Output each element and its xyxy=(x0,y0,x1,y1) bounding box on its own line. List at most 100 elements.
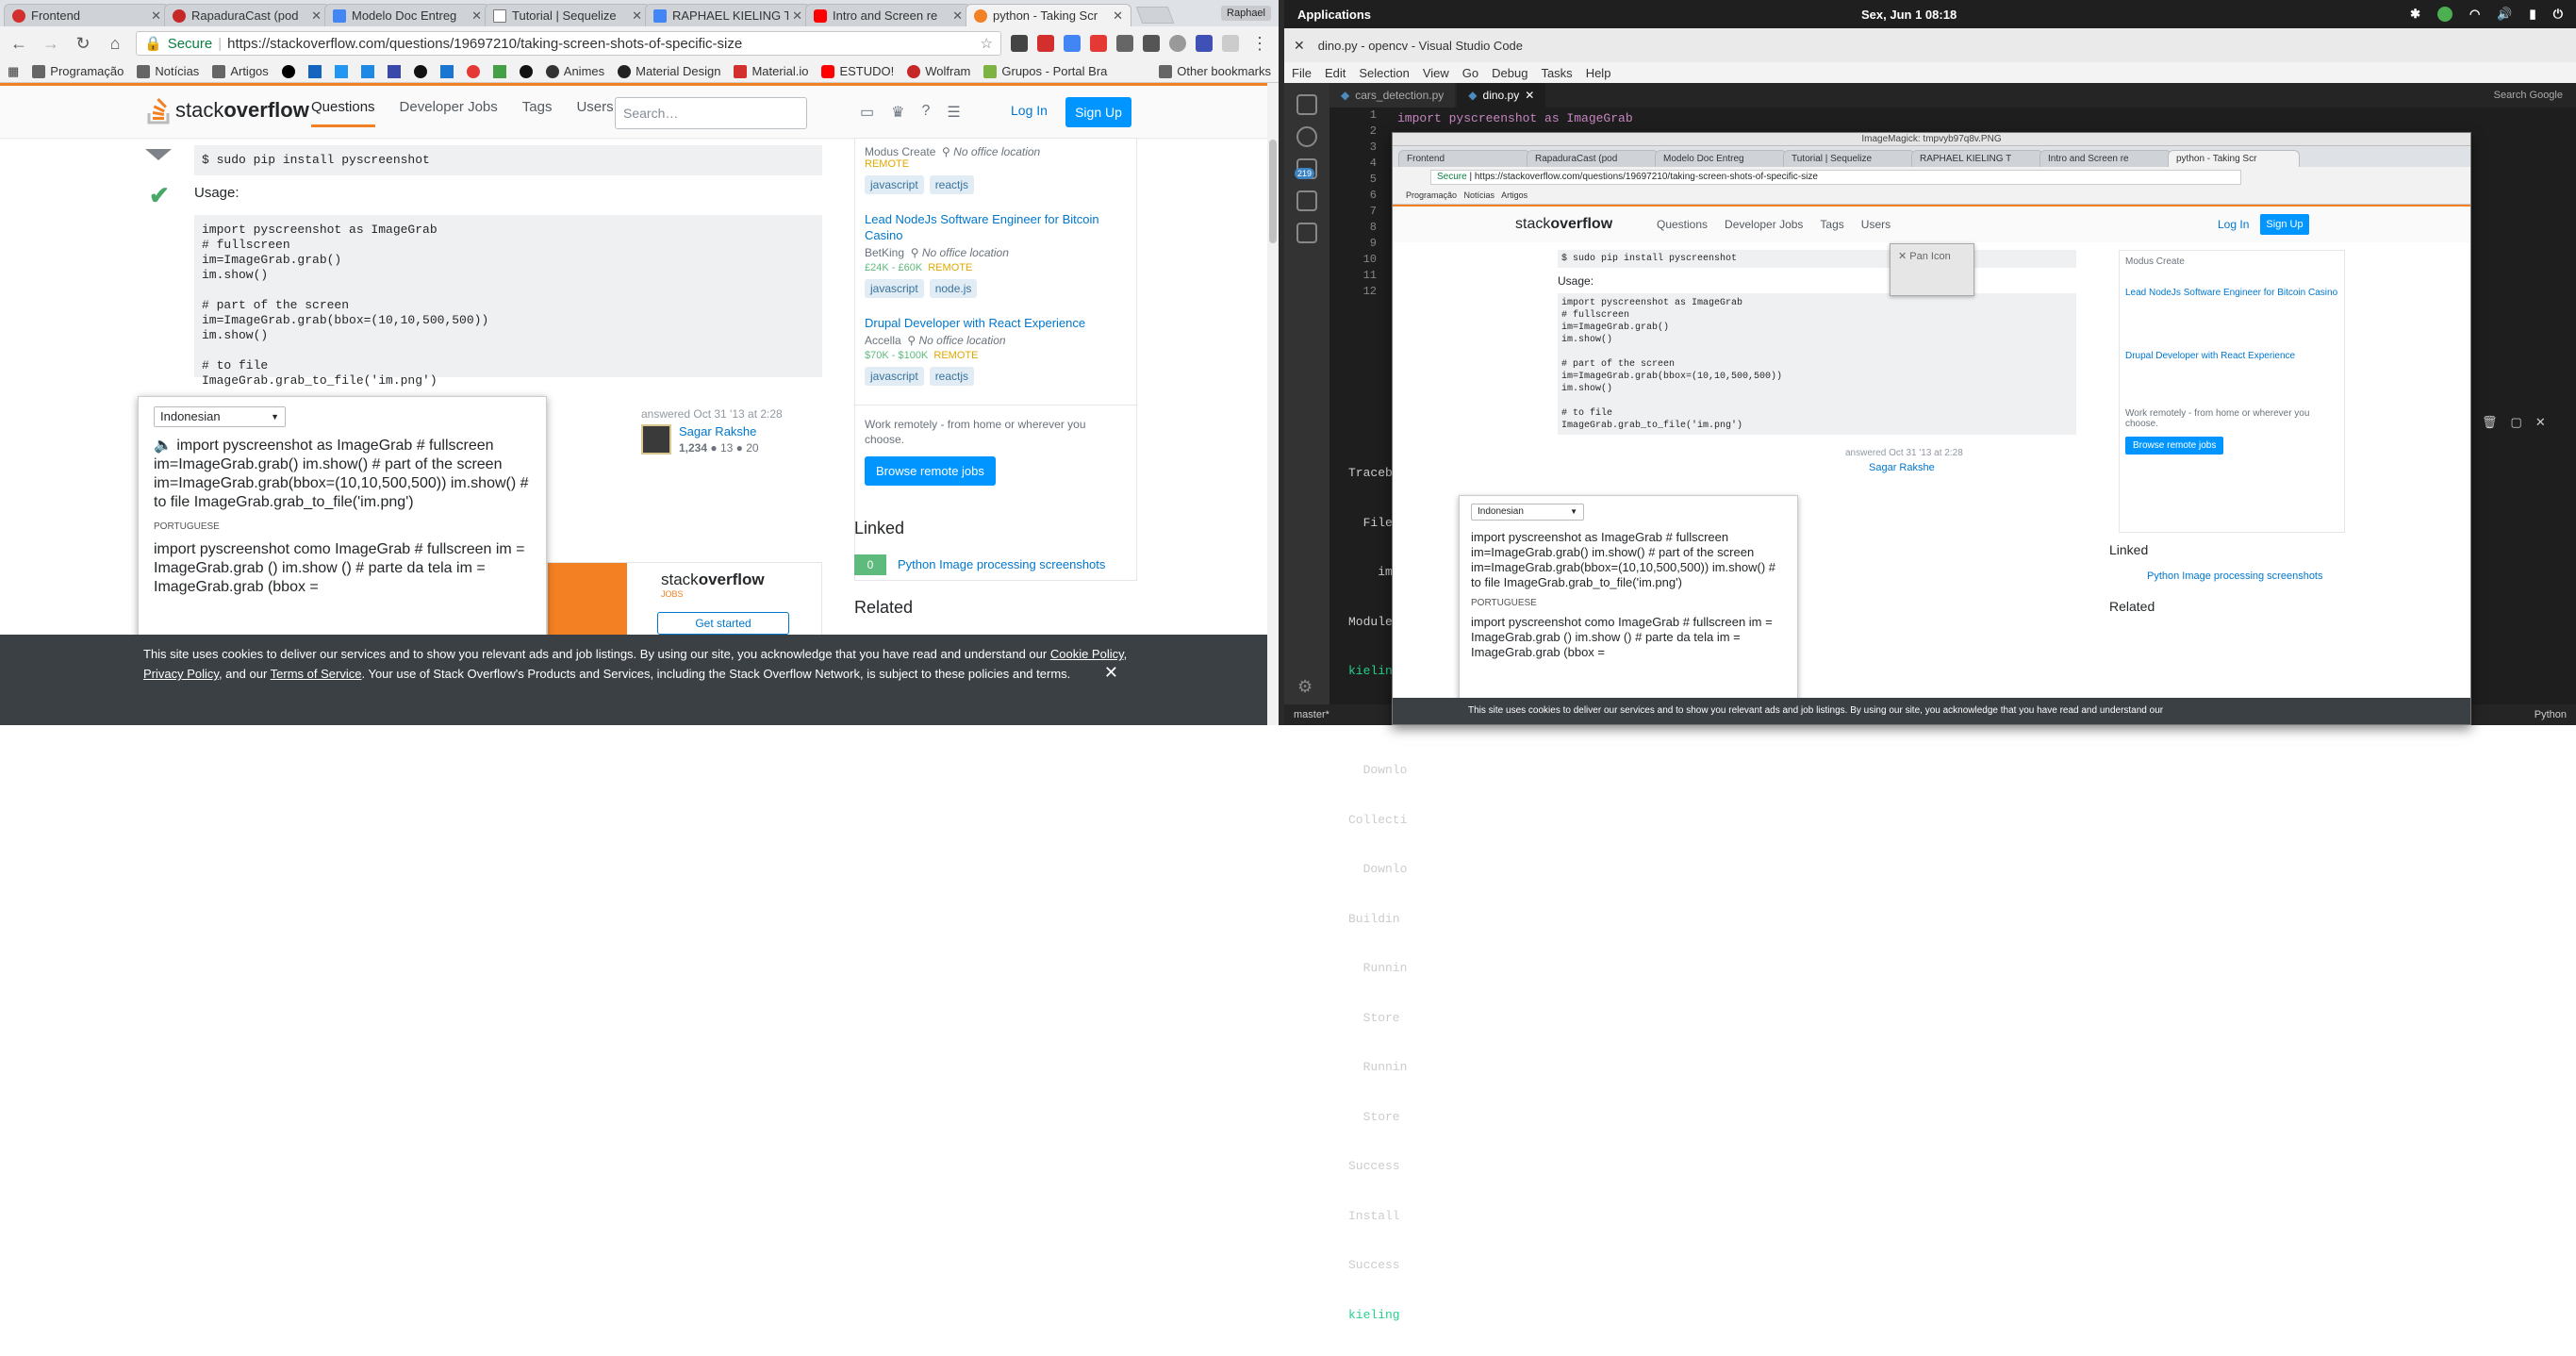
extension-icon[interactable] xyxy=(1222,35,1239,52)
tag[interactable]: javascript xyxy=(865,279,924,298)
bookmark-item[interactable]: Material.io xyxy=(734,64,808,78)
bookmark-icon[interactable] xyxy=(519,64,533,78)
nav-questions[interactable]: Questions xyxy=(311,99,375,127)
user-name-link[interactable]: Sagar Rakshe xyxy=(679,424,756,438)
close-tab-icon[interactable]: ✕ xyxy=(1525,89,1534,102)
address-bar[interactable]: 🔒 Secure | https://stackoverflow.com/que… xyxy=(136,31,1001,56)
bookmark-folder[interactable]: Artigos xyxy=(212,64,269,78)
trash-icon[interactable]: 🗑 xyxy=(2482,415,2498,430)
browser-tab[interactable]: Frontend ✕ xyxy=(4,4,170,26)
privacy-policy-link[interactable]: Privacy Policy xyxy=(143,667,219,681)
battery-icon[interactable]: ▮ xyxy=(2530,7,2536,22)
inbox-icon[interactable]: ▭ xyxy=(860,103,874,122)
home-icon[interactable]: ⌂ xyxy=(104,32,126,55)
extension-icon[interactable] xyxy=(1169,35,1186,52)
browse-remote-jobs-button[interactable]: Browse remote jobs xyxy=(865,456,996,486)
browser-tab[interactable]: RapaduraCast (pod ✕ xyxy=(164,4,330,26)
achievements-icon[interactable]: ♛ xyxy=(891,103,904,122)
so-search-input[interactable]: Search… xyxy=(615,97,807,129)
browser-tab[interactable]: RAPHAEL KIELING T ✕ xyxy=(645,4,811,26)
source-control-icon[interactable]: 219 xyxy=(1295,158,1317,179)
editor-tab-active[interactable]: ◆ dino.py ✕ xyxy=(1457,83,1546,107)
menu-view[interactable]: View xyxy=(1423,66,1449,80)
close-tab-icon[interactable]: ✕ xyxy=(792,8,802,24)
terms-of-service-link[interactable]: Terms of Service xyxy=(271,667,362,681)
bookmark-item[interactable]: Animes xyxy=(545,64,604,78)
bookmark-icon[interactable] xyxy=(413,64,427,78)
menu-tasks[interactable]: Tasks xyxy=(1541,66,1572,80)
so-logo[interactable]: stack overflow xyxy=(147,93,309,127)
extensions-icon[interactable] xyxy=(1296,223,1317,243)
tag[interactable]: node.js xyxy=(929,279,978,298)
get-started-button[interactable]: Get started xyxy=(657,612,789,635)
imagemagick-window[interactable]: ImageMagick: tmpvyb97q8v.PNG Frontend Ra… xyxy=(1392,132,2471,725)
maximize-panel-icon[interactable]: ▢ xyxy=(2511,415,2522,430)
extension-icon[interactable] xyxy=(1116,35,1133,52)
reload-icon[interactable]: ↻ xyxy=(72,32,94,55)
nav-developer-jobs[interactable]: Developer Jobs xyxy=(400,99,498,127)
extension-icon[interactable] xyxy=(1090,35,1107,52)
bookmark-icon[interactable] xyxy=(492,64,506,78)
job-card[interactable]: Drupal Developer with React Experience A… xyxy=(855,315,1136,386)
browser-tab[interactable]: Modelo Doc Entreg ✕ xyxy=(324,4,490,26)
bookmark-icon[interactable] xyxy=(387,64,401,78)
forward-icon[interactable]: → xyxy=(40,32,62,55)
language-select[interactable]: Indonesian ▼ xyxy=(154,406,286,427)
editor-tab[interactable]: ◆ cars_detection.py xyxy=(1329,83,1456,107)
new-tab-button[interactable] xyxy=(1135,7,1175,24)
settings-gear-icon[interactable]: ⚙ xyxy=(1297,677,1313,697)
wifi-icon[interactable]: ◠ xyxy=(2469,7,2480,22)
menu-go[interactable]: Go xyxy=(1462,66,1478,80)
bookmark-item[interactable]: ESTUDO! xyxy=(821,64,894,78)
user-avatar[interactable] xyxy=(641,424,671,455)
explorer-icon[interactable] xyxy=(1296,94,1317,115)
bookmark-folder[interactable]: Notícias xyxy=(137,64,199,78)
bookmark-icon[interactable] xyxy=(281,64,295,78)
scrollbar-thumb[interactable] xyxy=(1269,140,1277,243)
bookmark-folder[interactable]: Programação xyxy=(32,64,124,78)
close-tab-icon[interactable]: ✕ xyxy=(952,8,963,24)
login-link[interactable]: Log In xyxy=(1011,103,1048,118)
tag[interactable]: javascript xyxy=(865,367,924,386)
volume-icon[interactable]: 🔊 xyxy=(2497,7,2512,22)
bookmark-icon[interactable] xyxy=(439,64,454,78)
close-tab-icon[interactable]: ✕ xyxy=(632,8,642,24)
menu-debug[interactable]: Debug xyxy=(1492,66,1527,80)
nav-tags[interactable]: Tags xyxy=(522,99,553,127)
close-icon[interactable]: ✕ xyxy=(1898,251,1907,262)
menu-help[interactable]: Help xyxy=(1586,66,1611,80)
search-google-label[interactable]: Search Google xyxy=(2494,90,2563,101)
branch-indicator[interactable]: master* xyxy=(1294,709,1329,720)
close-window-icon[interactable]: ✕ xyxy=(1294,38,1305,54)
close-tab-icon[interactable]: ✕ xyxy=(311,8,322,24)
bookmark-item[interactable]: Grupos - Portal Bra xyxy=(983,64,1107,78)
applications-menu[interactable]: Applications xyxy=(1297,8,1371,22)
browser-tab-active[interactable]: python - Taking Scr ✕ xyxy=(966,4,1131,26)
clock[interactable]: Sex, Jun 1 08:18 xyxy=(1861,8,1957,22)
pan-icon-window[interactable]: ✕ Pan Icon xyxy=(1890,243,1974,296)
jobs-ad[interactable]: stackoverflow JOBS Get started xyxy=(547,562,822,638)
power-icon[interactable]: ⏻ xyxy=(2553,7,2563,22)
close-tab-icon[interactable]: ✕ xyxy=(471,8,482,24)
close-tab-icon[interactable]: ✕ xyxy=(1113,8,1123,24)
extension-icon[interactable] xyxy=(1011,35,1028,52)
menu-selection[interactable]: Selection xyxy=(1359,66,1409,80)
job-title-link[interactable]: Drupal Developer with React Experience xyxy=(865,315,1127,331)
extension-icon[interactable] xyxy=(1064,35,1081,52)
job-card[interactable]: Modus Create ⚲ No office location REMOTE… xyxy=(855,139,1136,194)
other-bookmarks[interactable]: Other bookmarks xyxy=(1159,64,1271,78)
bookmark-icon[interactable] xyxy=(466,64,480,78)
tag[interactable]: javascript xyxy=(865,175,924,194)
scrollbar[interactable] xyxy=(1267,83,1279,725)
browser-tab[interactable]: Tutorial | Sequelize ✕ xyxy=(485,4,651,26)
apps-icon[interactable]: ▦ xyxy=(8,64,19,79)
profile-button[interactable]: Raphael xyxy=(1221,6,1271,21)
bookmark-icon[interactable] xyxy=(360,64,374,78)
job-title-link[interactable]: Lead NodeJs Software Engineer for Bitcoi… xyxy=(865,211,1127,243)
close-panel-icon[interactable]: ✕ xyxy=(2535,415,2546,430)
back-icon[interactable]: ← xyxy=(8,32,30,55)
menu-file[interactable]: File xyxy=(1292,66,1312,80)
code-line[interactable]: import pyscreenshot as ImageGrab xyxy=(1397,111,1633,125)
extension-icon[interactable] xyxy=(1143,35,1160,52)
site-switcher-icon[interactable]: ☰ xyxy=(947,103,960,122)
